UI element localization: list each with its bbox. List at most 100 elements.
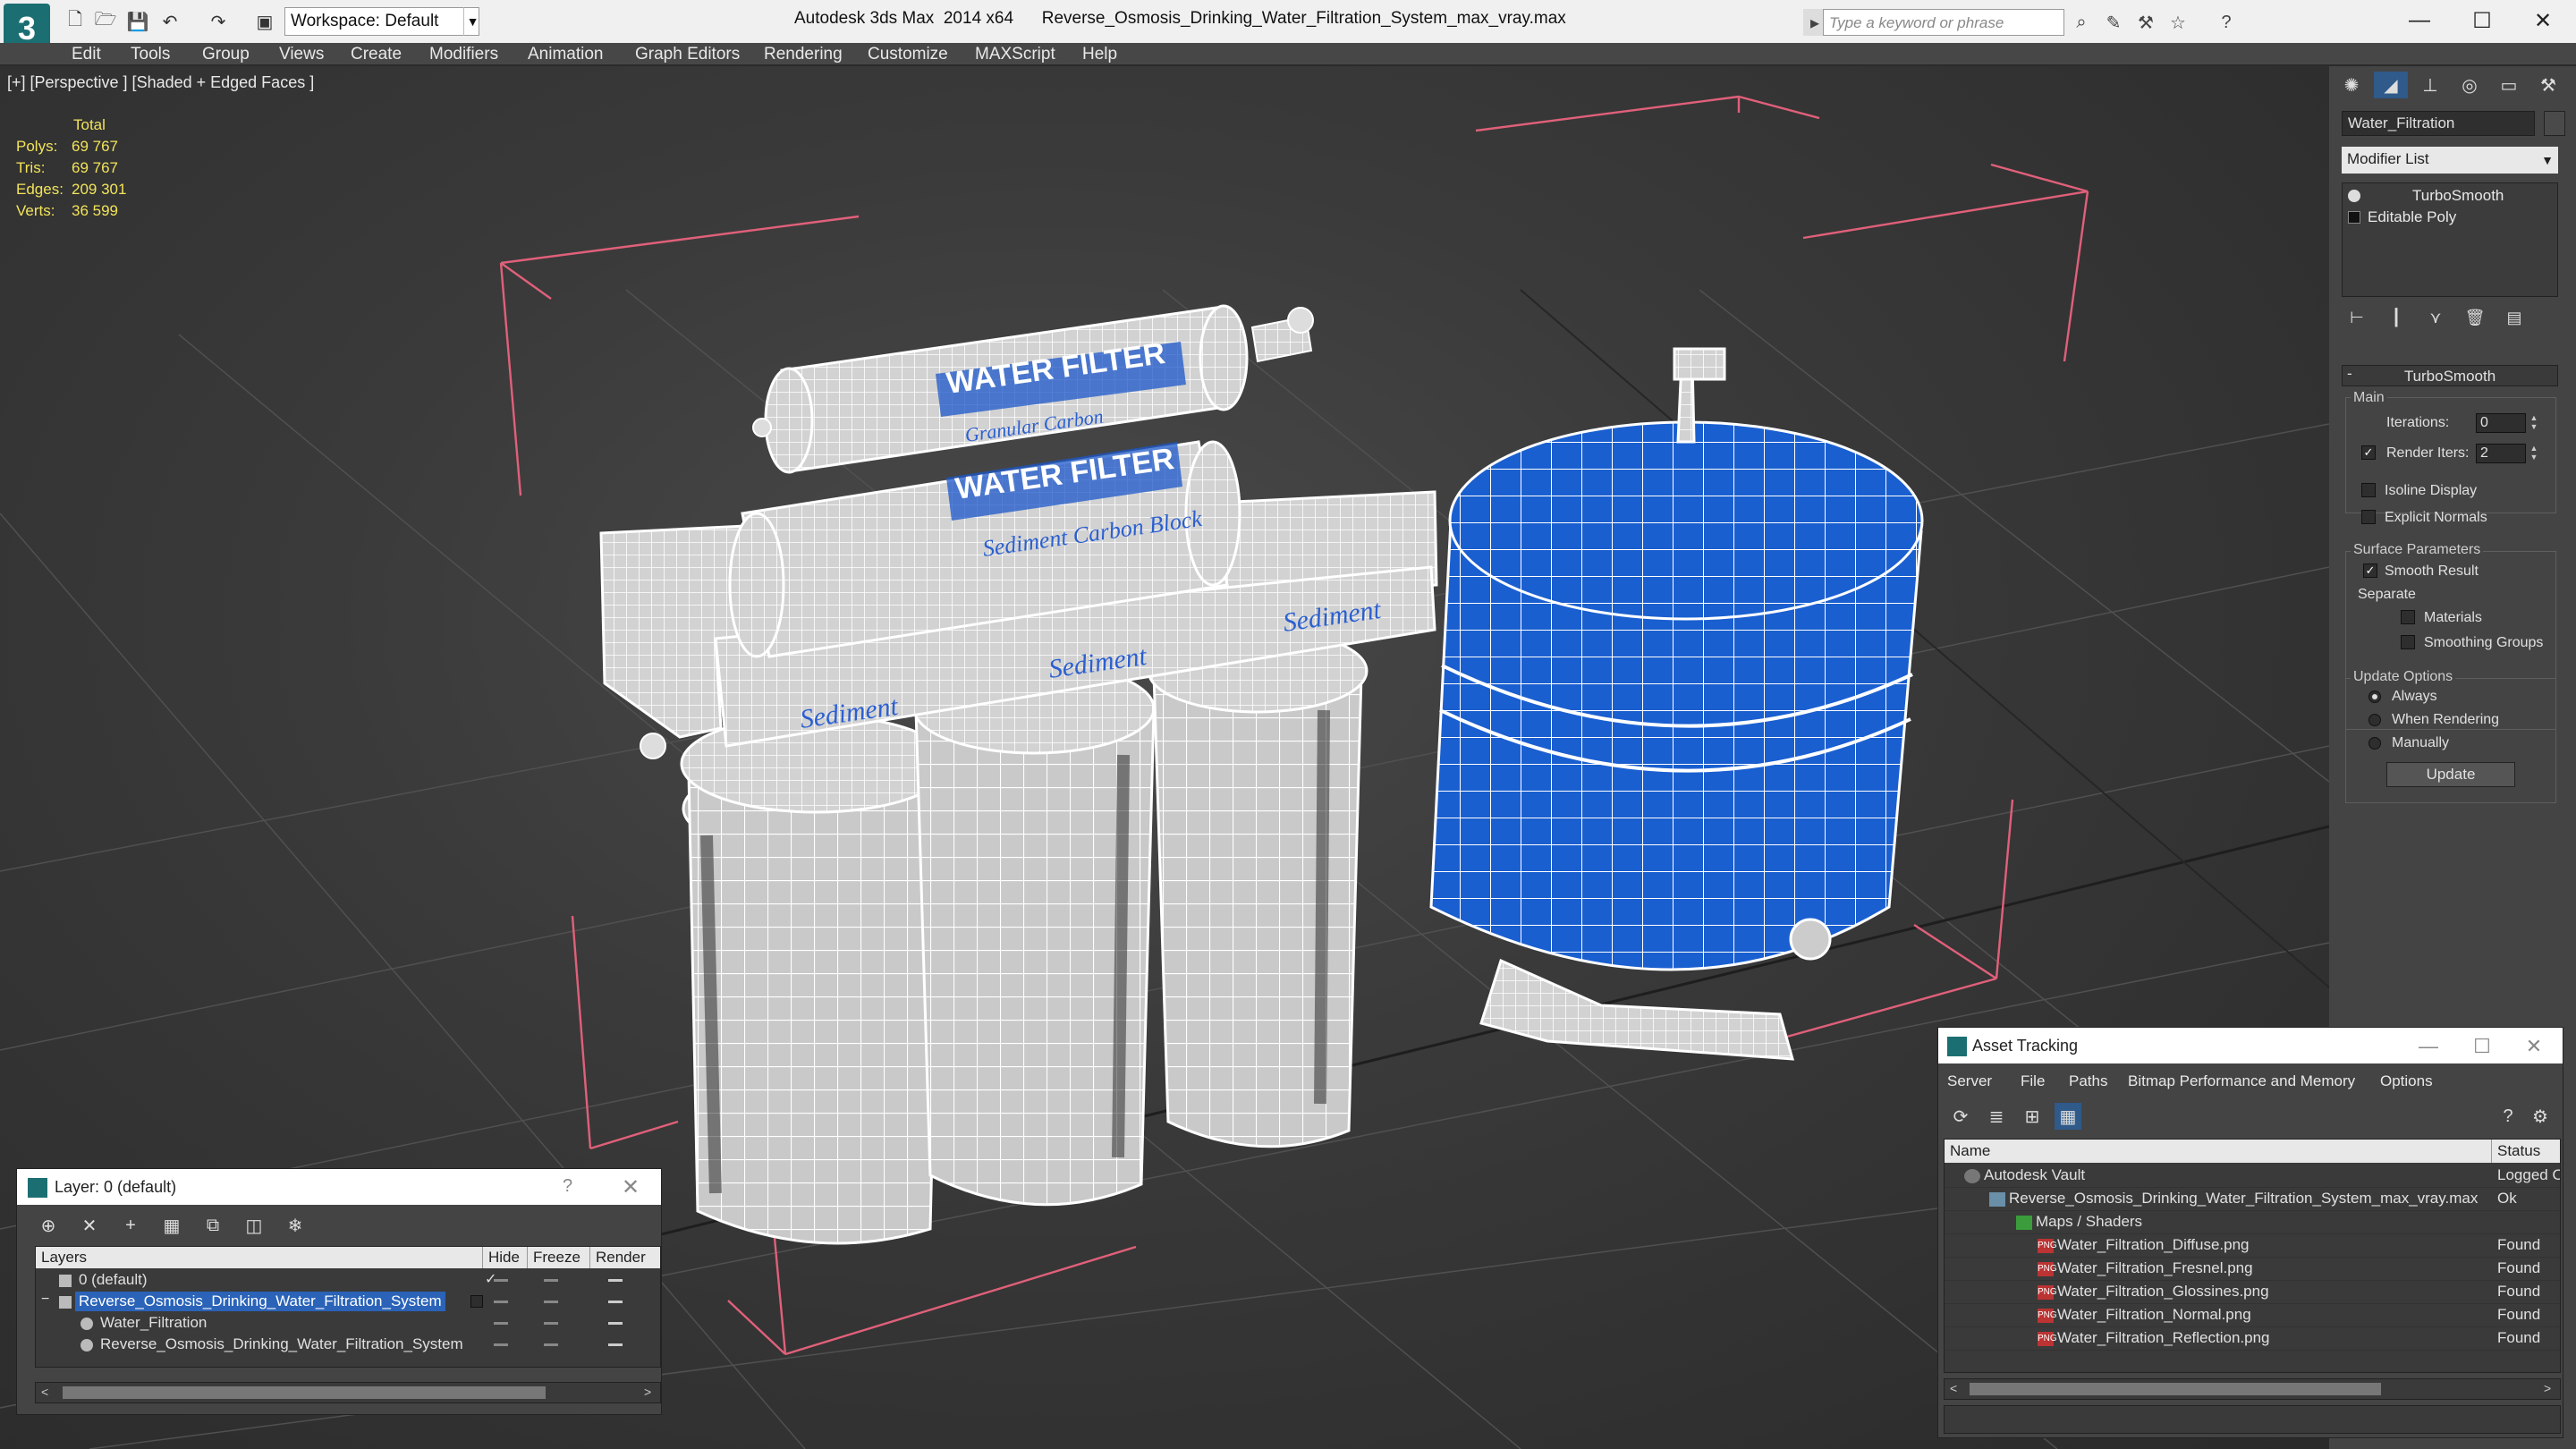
col-freeze[interactable]: Freeze bbox=[528, 1247, 590, 1268]
hierarchy-tab-icon[interactable]: ⊥ bbox=[2413, 72, 2447, 98]
motion-tab-icon[interactable]: ◎ bbox=[2453, 72, 2487, 98]
maximize-button[interactable]: ☐ bbox=[2456, 4, 2508, 38]
menu-rendering[interactable]: Rendering bbox=[764, 45, 843, 64]
add-selected-icon[interactable]: + bbox=[117, 1212, 144, 1239]
filter-housing-right[interactable] bbox=[1147, 628, 1368, 1148]
menu-create[interactable]: Create bbox=[351, 45, 402, 64]
new-file-icon[interactable]: 🗋 bbox=[63, 9, 88, 34]
asset-menu-file[interactable]: File bbox=[2021, 1072, 2045, 1090]
render-iters-checkbox[interactable]: ✓ bbox=[2361, 445, 2376, 460]
current-layer-checkbox[interactable] bbox=[470, 1295, 483, 1308]
asset-row[interactable]: PNG Water_Filtration_Normal.png Found bbox=[1945, 1304, 2560, 1327]
scroll-thumb[interactable] bbox=[1970, 1383, 2381, 1395]
menu-animation[interactable]: Animation bbox=[528, 45, 604, 64]
menu-views[interactable]: Views bbox=[279, 45, 324, 64]
menu-customize[interactable]: Customize bbox=[868, 45, 948, 64]
favorites-star-icon[interactable]: ☆ bbox=[2166, 11, 2190, 34]
close-icon[interactable]: ✕ bbox=[622, 1174, 640, 1200]
layer-horizontal-scrollbar[interactable]: < > bbox=[35, 1382, 661, 1403]
col-render[interactable]: Render bbox=[590, 1247, 660, 1268]
modifier-list-dropdown[interactable]: Modifier List bbox=[2342, 147, 2558, 174]
subscription-icon[interactable]: ⚒ bbox=[2134, 11, 2157, 34]
update-button[interactable]: Update bbox=[2386, 762, 2515, 787]
maximize-button[interactable]: ☐ bbox=[2464, 1033, 2500, 1060]
workspace-dropdown[interactable]: Workspace: Default bbox=[284, 7, 479, 36]
create-tab-icon[interactable]: ✺ bbox=[2334, 72, 2368, 98]
object-name-field[interactable]: Water_Filtration bbox=[2342, 111, 2535, 136]
menu-maxscript[interactable]: MAXScript bbox=[975, 45, 1055, 64]
help-icon[interactable]: ? bbox=[2215, 11, 2238, 34]
manually-radio[interactable] bbox=[2368, 737, 2381, 750]
open-file-icon[interactable]: 🗁 bbox=[93, 9, 118, 34]
communication-center-icon[interactable]: ✎ bbox=[2102, 11, 2125, 34]
freeze-all-icon[interactable]: ❄ bbox=[282, 1212, 309, 1239]
iterations-spinner[interactable]: 0 bbox=[2476, 413, 2526, 433]
table-view-icon[interactable]: ▦ bbox=[2055, 1103, 2081, 1130]
menu-group[interactable]: Group bbox=[202, 45, 250, 64]
remove-modifier-icon[interactable]: 🗑 bbox=[2460, 304, 2490, 331]
scroll-right-icon[interactable]: > bbox=[2544, 1381, 2551, 1395]
create-layer-icon[interactable]: ⊕ bbox=[35, 1212, 62, 1239]
settings-icon[interactable]: ⚙ bbox=[2527, 1103, 2554, 1130]
project-folder-icon[interactable]: ▣ bbox=[252, 9, 277, 34]
lightbulb-icon[interactable] bbox=[2348, 190, 2360, 202]
asset-menu-paths[interactable]: Paths bbox=[2069, 1072, 2107, 1090]
menu-graph-editors[interactable]: Graph Editors bbox=[635, 45, 740, 64]
asset-menu-server[interactable]: Server bbox=[1947, 1072, 1992, 1090]
asset-row[interactable]: Autodesk Vault Logged Out bbox=[1945, 1165, 2560, 1188]
list-view-icon[interactable]: ≣ bbox=[1983, 1103, 2010, 1130]
collapse-icon[interactable]: - bbox=[2347, 365, 2352, 383]
layer-row[interactable]: Reverse_Osmosis_Drinking_Water_Filtratio… bbox=[36, 1335, 660, 1356]
explicit-normals-checkbox[interactable] bbox=[2361, 510, 2376, 524]
spinner-arrows-icon[interactable]: ▲ ▼ bbox=[2528, 444, 2540, 463]
scroll-thumb[interactable] bbox=[63, 1386, 546, 1399]
help-button[interactable]: ? bbox=[2495, 1103, 2521, 1130]
isoline-display-checkbox[interactable] bbox=[2361, 483, 2376, 497]
search-input[interactable]: Type a keyword or phrase bbox=[1823, 9, 2064, 36]
asset-row[interactable]: PNG Water_Filtration_Fresnel.png Found bbox=[1945, 1258, 2560, 1281]
asset-row[interactable]: PNG Water_Filtration_Reflection.png Foun… bbox=[1945, 1327, 2560, 1351]
layer-row[interactable]: − Reverse_Osmosis_Drinking_Water_Filtrat… bbox=[36, 1292, 660, 1313]
help-button[interactable]: ? bbox=[563, 1176, 572, 1197]
close-icon[interactable]: ✕ bbox=[2516, 1033, 2552, 1060]
highlight-layer-icon[interactable]: ⧉ bbox=[199, 1212, 226, 1239]
modify-tab-icon[interactable]: ◢ bbox=[2374, 72, 2408, 98]
binoculars-icon[interactable]: ⌕ bbox=[2070, 11, 2093, 34]
refresh-icon[interactable]: ⟳ bbox=[1947, 1103, 1974, 1130]
undo-icon[interactable]: ↶ bbox=[157, 9, 182, 34]
col-name[interactable]: Name bbox=[1945, 1140, 2492, 1163]
scroll-right-icon[interactable]: > bbox=[644, 1385, 651, 1399]
show-end-result-icon[interactable]: ┃ bbox=[2381, 304, 2411, 331]
layer-row[interactable]: 0 (default) ✓ bbox=[36, 1270, 660, 1292]
expand-icon[interactable] bbox=[2348, 211, 2360, 224]
asset-horizontal-scrollbar[interactable]: < > bbox=[1944, 1378, 2561, 1400]
configure-sets-icon[interactable]: ▤ bbox=[2499, 304, 2529, 331]
asset-row[interactable]: PNG Water_Filtration_Diffuse.png Found bbox=[1945, 1234, 2560, 1258]
chevron-down-icon[interactable]: ▼ bbox=[463, 7, 481, 36]
when-rendering-radio[interactable] bbox=[2368, 714, 2381, 726]
turbosmooth-rollout-header[interactable]: TurboSmooth bbox=[2342, 365, 2558, 386]
asset-dialog-titlebar[interactable]: Asset Tracking — ☐ ✕ bbox=[1938, 1028, 2563, 1063]
smooth-result-checkbox[interactable]: ✓ bbox=[2363, 564, 2377, 578]
spinner-arrows-icon[interactable]: ▲ ▼ bbox=[2528, 413, 2540, 433]
stack-item-editable-poly[interactable]: Editable Poly bbox=[2346, 208, 2554, 228]
pressure-tank[interactable] bbox=[1429, 347, 1924, 1061]
filter-housing-left[interactable] bbox=[680, 714, 952, 1245]
minimize-button[interactable]: — bbox=[2411, 1033, 2446, 1060]
chevron-down-icon[interactable]: ▼ bbox=[2538, 148, 2556, 172]
object-color-swatch[interactable] bbox=[2544, 111, 2565, 136]
materials-checkbox[interactable] bbox=[2401, 610, 2415, 624]
scroll-left-icon[interactable]: < bbox=[1950, 1381, 1957, 1395]
display-tab-icon[interactable]: ▭ bbox=[2492, 72, 2526, 98]
menu-help[interactable]: Help bbox=[1082, 45, 1117, 64]
viewport-label[interactable]: [+] [Perspective ] [Shaded + Edged Faces… bbox=[7, 73, 314, 92]
render-iters-spinner[interactable]: 2 bbox=[2476, 444, 2526, 463]
menu-tools[interactable]: Tools bbox=[131, 45, 170, 64]
minimize-button[interactable]: — bbox=[2394, 4, 2445, 38]
expand-icon[interactable]: − bbox=[41, 1292, 49, 1308]
asset-menu-options[interactable]: Options bbox=[2380, 1072, 2433, 1090]
select-objects-icon[interactable]: ▦ bbox=[158, 1212, 185, 1239]
filter-housing-middle[interactable] bbox=[912, 662, 1156, 1207]
delete-layer-icon[interactable]: ✕ bbox=[76, 1212, 103, 1239]
col-hide[interactable]: Hide bbox=[483, 1247, 528, 1268]
